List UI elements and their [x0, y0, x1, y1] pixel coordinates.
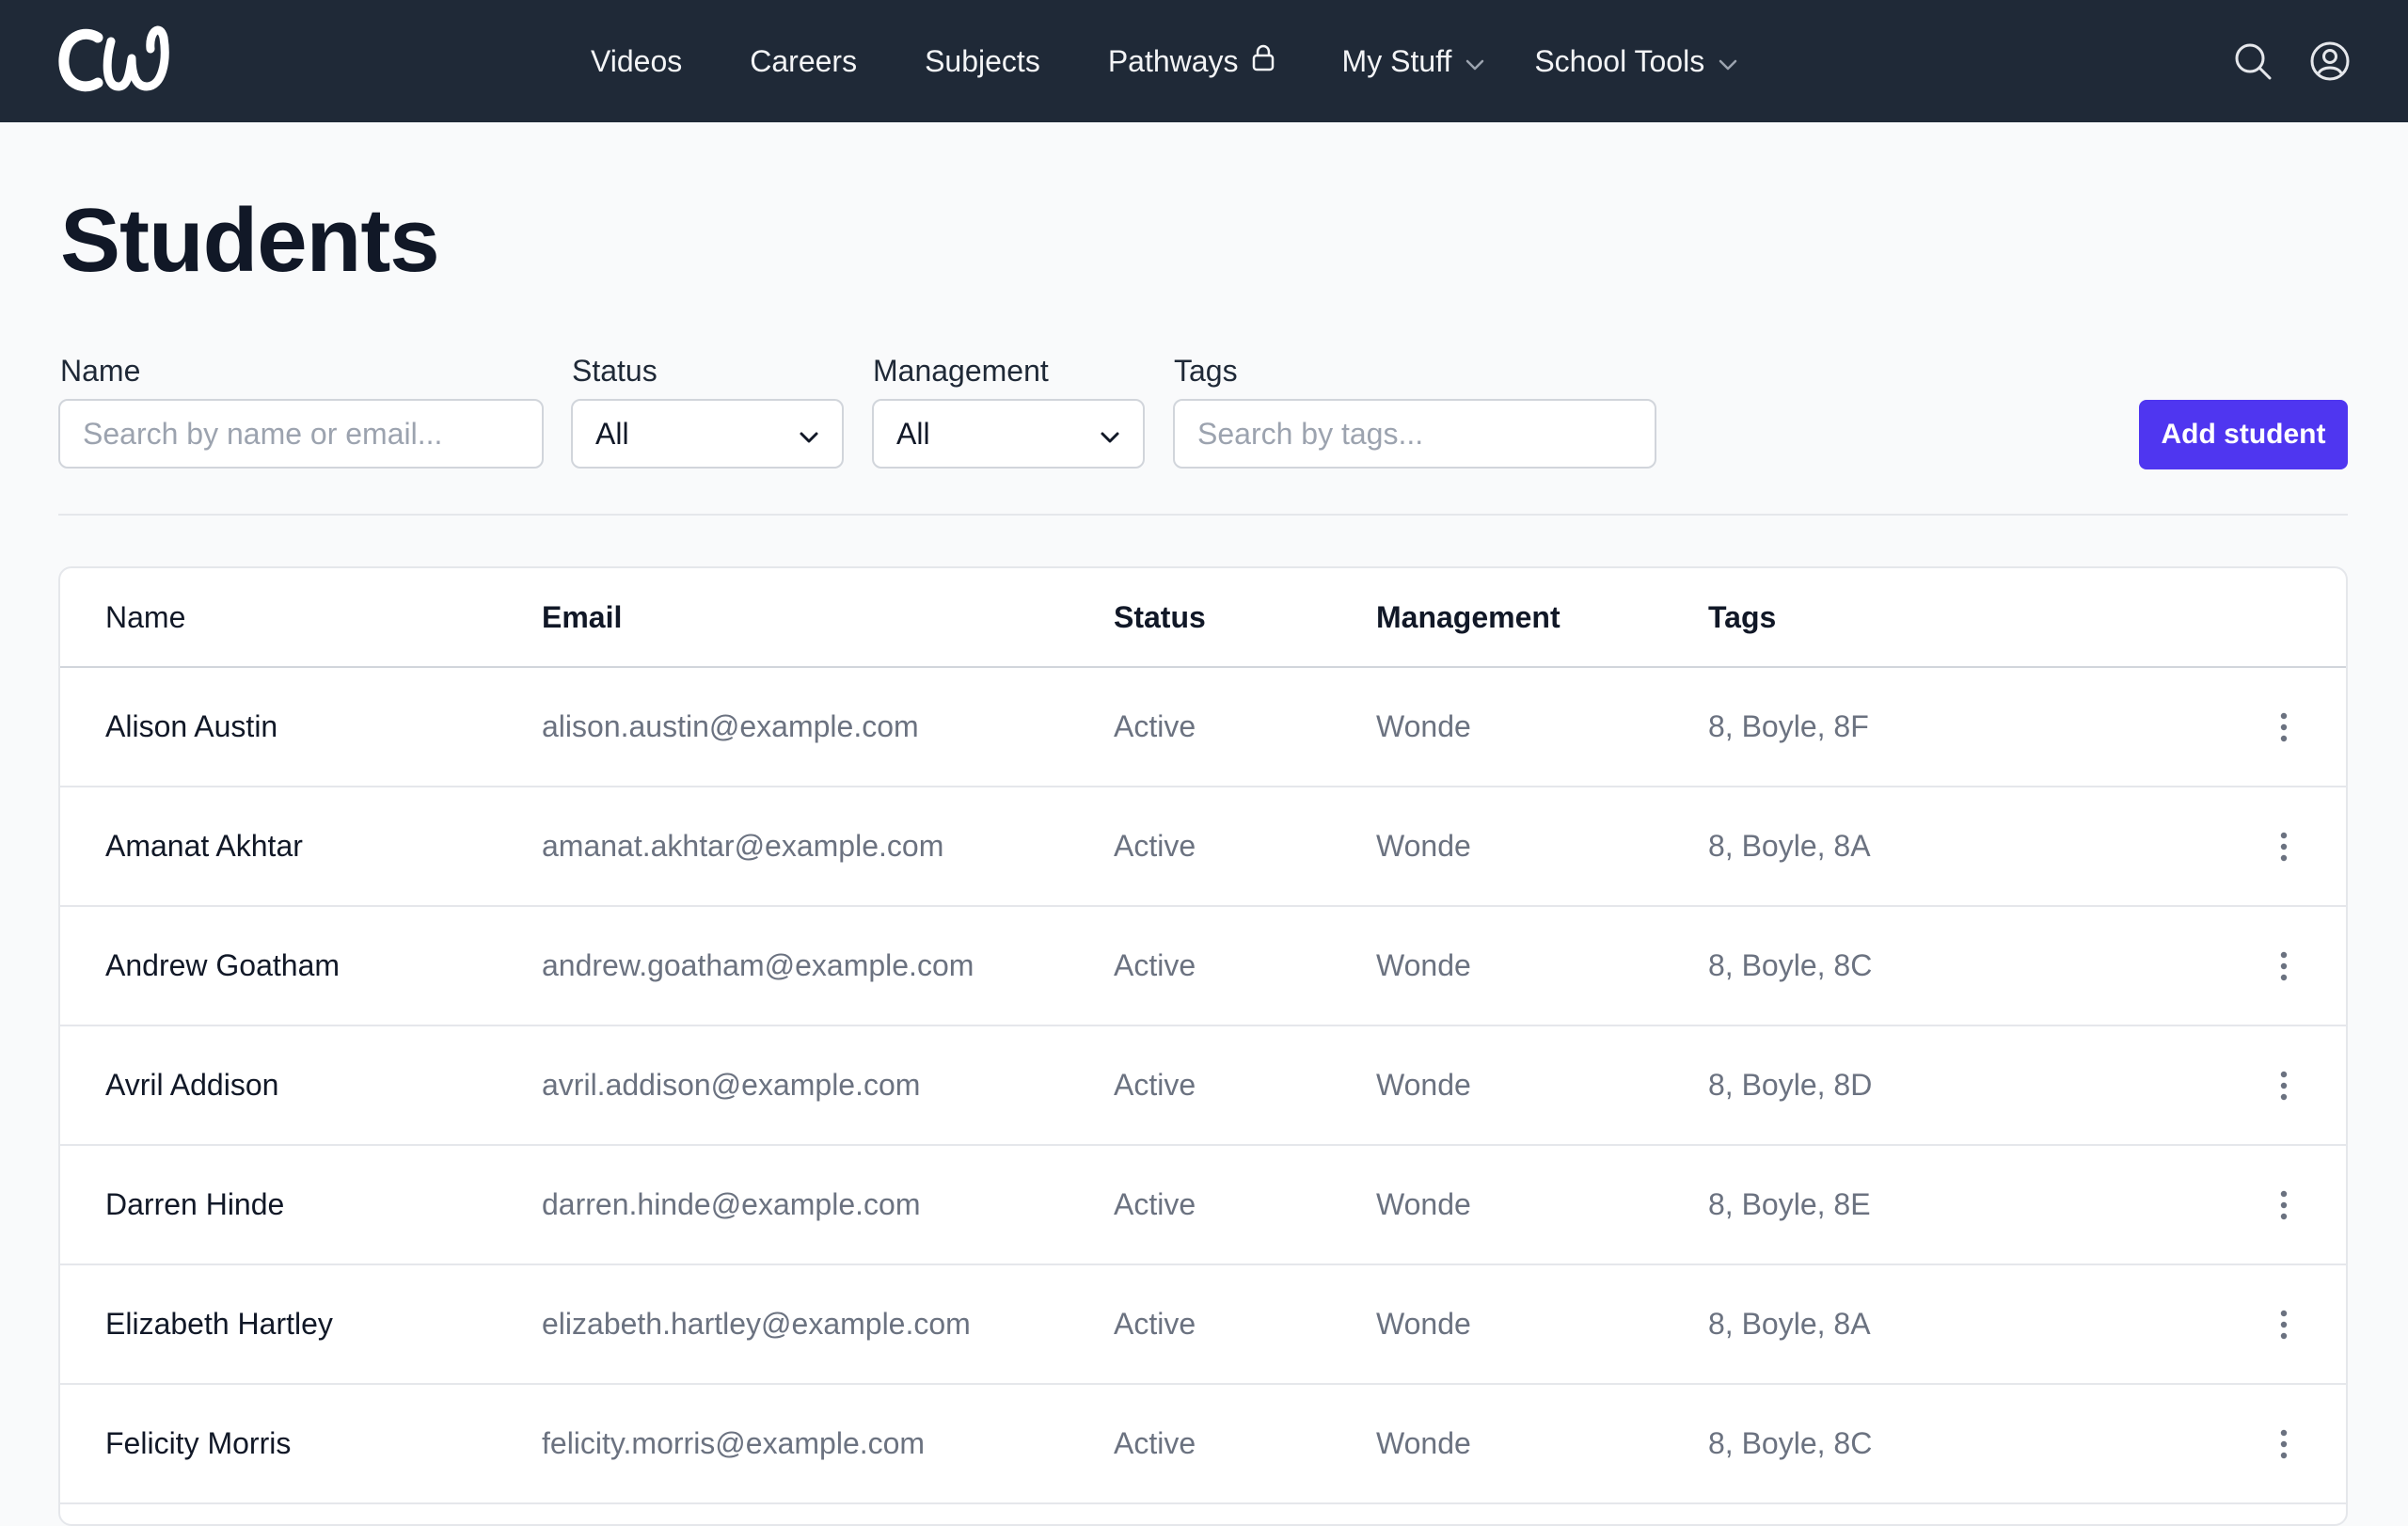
nav-school-tools-label: School Tools: [1534, 43, 1705, 78]
chevron-down-icon: [1451, 44, 1485, 79]
table-row[interactable]: Darren Hinde darren.hinde@example.com Ac…: [60, 1146, 2346, 1265]
management-filter-label: Management: [873, 354, 1049, 388]
nav-subjects[interactable]: Subjects: [925, 44, 1040, 79]
top-navbar: Videos Careers Subjects Pathways My Stuf…: [0, 0, 2408, 122]
nav-right-actions: [2233, 0, 2350, 122]
tags-filter: Tags: [1174, 350, 1238, 391]
student-management: Wonde: [1376, 1426, 1471, 1460]
name-search-placeholder: Search by name or email...: [83, 416, 443, 451]
nav-careers-label: Careers: [750, 43, 858, 78]
student-tags: 8, Boyle, 8D: [1708, 1068, 1873, 1102]
lock-icon: [1239, 43, 1275, 79]
student-name: Elizabeth Hartley: [105, 1307, 333, 1341]
student-email: alison.austin@example.com: [542, 709, 919, 743]
nav-school-tools[interactable]: School Tools: [1534, 44, 1738, 79]
search-icon[interactable]: [2233, 41, 2273, 81]
student-status: Active: [1114, 1307, 1196, 1341]
table-row[interactable]: Avril Addison avril.addison@example.com …: [60, 1026, 2346, 1146]
main-nav: Videos Careers Subjects Pathways My Stuf…: [591, 0, 1738, 122]
nav-my-stuff-label: My Stuff: [1341, 43, 1452, 78]
filters-divider: [58, 514, 2348, 516]
user-circle-icon[interactable]: [2310, 41, 2350, 81]
student-name: Alison Austin: [105, 709, 278, 743]
nav-careers[interactable]: Careers: [750, 44, 857, 79]
page-title: Students: [60, 190, 440, 291]
student-tags: 8, Boyle, 8A: [1708, 1307, 1871, 1341]
tags-search-placeholder: Search by tags...: [1197, 416, 1424, 451]
chevron-down-icon: [1100, 417, 1120, 452]
student-status: Active: [1114, 1426, 1196, 1460]
table-header-row: Name Email Status Management Tags: [60, 568, 2346, 668]
logo-icon[interactable]: [58, 24, 175, 96]
student-email: andrew.goatham@example.com: [542, 948, 974, 982]
status-filter-label: Status: [572, 354, 657, 388]
more-vertical-icon[interactable]: [2261, 1026, 2306, 1144]
more-vertical-icon[interactable]: [2261, 1385, 2306, 1502]
student-management: Wonde: [1376, 1187, 1471, 1221]
student-management: Wonde: [1376, 1307, 1471, 1341]
status-select-value: All: [595, 416, 629, 451]
nav-videos[interactable]: Videos: [591, 44, 682, 79]
student-name: Felicity Morris: [105, 1426, 292, 1460]
more-vertical-icon[interactable]: [2261, 907, 2306, 1025]
nav-pathways[interactable]: Pathways: [1108, 43, 1275, 79]
student-tags: 8, Boyle, 8C: [1708, 948, 1873, 982]
nav-my-stuff[interactable]: My Stuff: [1342, 44, 1486, 79]
student-name: Amanat Akhtar: [105, 829, 303, 863]
student-tags: 8, Boyle, 8C: [1708, 1426, 1873, 1460]
student-name: Andrew Goatham: [105, 948, 341, 982]
more-vertical-icon[interactable]: [2261, 1146, 2306, 1264]
student-management: Wonde: [1376, 709, 1471, 743]
student-management: Wonde: [1376, 1068, 1471, 1102]
chevron-down-icon: [799, 417, 819, 452]
student-status: Active: [1114, 1187, 1196, 1221]
nav-videos-label: Videos: [591, 43, 683, 78]
chevron-down-icon: [1704, 44, 1738, 79]
table-row[interactable]: Elizabeth Hartley elizabeth.hartley@exam…: [60, 1265, 2346, 1385]
tags-filter-label: Tags: [1174, 354, 1238, 388]
header-email[interactable]: Email: [542, 568, 622, 666]
add-student-button[interactable]: Add student: [2139, 400, 2348, 469]
student-tags: 8, Boyle, 8F: [1708, 709, 1869, 743]
student-email: felicity.morris@example.com: [542, 1426, 926, 1460]
table-row[interactable]: Amanat Akhtar amanat.akhtar@example.com …: [60, 787, 2346, 907]
name-filter: Name: [60, 350, 140, 391]
student-name: Avril Addison: [105, 1068, 279, 1102]
status-select[interactable]: All: [571, 399, 844, 469]
table-row[interactable]: Alison Austin alison.austin@example.com …: [60, 668, 2346, 787]
name-filter-label: Name: [60, 354, 141, 388]
student-status: Active: [1114, 709, 1196, 743]
student-email: amanat.akhtar@example.com: [542, 829, 944, 863]
header-name[interactable]: Name: [105, 568, 185, 666]
table-row[interactable]: Andrew Goatham andrew.goatham@example.co…: [60, 907, 2346, 1026]
student-status: Active: [1114, 948, 1196, 982]
student-tags: 8, Boyle, 8E: [1708, 1187, 1871, 1221]
nav-subjects-label: Subjects: [925, 43, 1040, 78]
table-row[interactable]: Felicity Morris felicity.morris@example.…: [60, 1385, 2346, 1504]
management-select[interactable]: All: [872, 399, 1145, 469]
student-status: Active: [1114, 1068, 1196, 1102]
header-management[interactable]: Management: [1376, 568, 1560, 666]
management-select-value: All: [896, 416, 930, 451]
students-table: Name Email Status Management Tags Alison…: [58, 566, 2348, 1526]
student-status: Active: [1114, 829, 1196, 863]
student-management: Wonde: [1376, 829, 1471, 863]
more-vertical-icon[interactable]: [2261, 1265, 2306, 1383]
name-search-input[interactable]: Search by name or email...: [58, 399, 544, 469]
more-vertical-icon[interactable]: [2261, 668, 2306, 786]
more-vertical-icon[interactable]: [2261, 787, 2306, 905]
header-status[interactable]: Status: [1114, 568, 1206, 666]
student-email: darren.hinde@example.com: [542, 1187, 921, 1221]
tags-search-input[interactable]: Search by tags...: [1173, 399, 1656, 469]
student-email: avril.addison@example.com: [542, 1068, 921, 1102]
management-filter: Management: [873, 350, 1049, 391]
student-email: elizabeth.hartley@example.com: [542, 1307, 971, 1341]
student-tags: 8, Boyle, 8A: [1708, 829, 1871, 863]
student-name: Darren Hinde: [105, 1187, 285, 1221]
status-filter: Status: [572, 350, 657, 391]
student-management: Wonde: [1376, 948, 1471, 982]
header-tags[interactable]: Tags: [1708, 568, 1776, 666]
nav-pathways-label: Pathways: [1107, 43, 1239, 78]
